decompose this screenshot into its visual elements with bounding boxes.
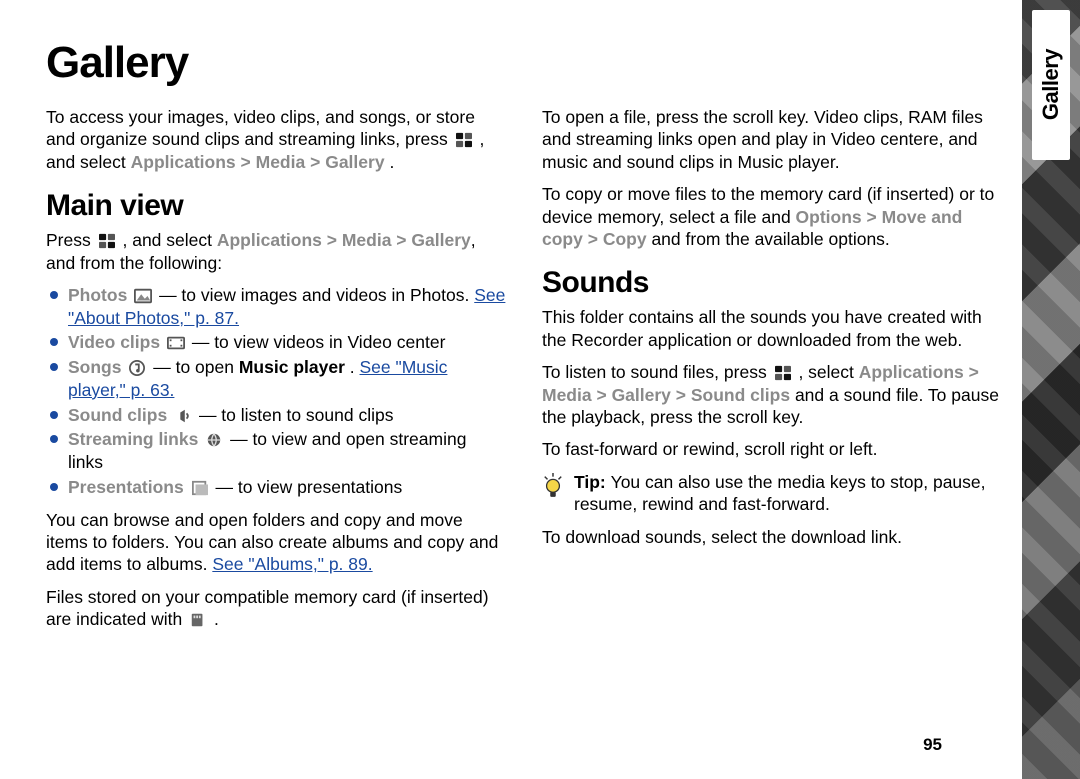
lightbulb-icon [542, 473, 564, 499]
list-item: Presentations — to view presentations [46, 476, 506, 499]
intro-nav3: Gallery [325, 152, 384, 172]
mainview-heading: Main view [46, 189, 506, 223]
photos-icon [134, 287, 152, 303]
mainview-list: Photos — to view images and videos in Ph… [46, 284, 506, 499]
sounds-p2: To listen to sound files, press , select… [542, 361, 1002, 428]
songs-icon [128, 359, 146, 375]
col2-p1: To open a file, press the scroll key. Vi… [542, 106, 1002, 173]
memory-card-icon [189, 611, 207, 627]
link-albums[interactable]: See "Albums," p. 89. [212, 554, 372, 574]
sounds-p4: To download sounds, select the download … [542, 526, 1002, 548]
tip-box: Tip: You can also use the media keys to … [542, 471, 1002, 517]
page: Gallery To access your images, video cli… [0, 0, 1022, 779]
side-tab: Gallery [1022, 0, 1080, 779]
sound-clips-icon [174, 407, 192, 423]
sounds-p3: To fast-forward or rewind, scroll right … [542, 438, 1002, 460]
menu-key-icon [774, 364, 792, 380]
side-tab-strip: Gallery [1032, 10, 1070, 160]
streaming-links-icon [205, 431, 223, 447]
tip-text: Tip: You can also use the media keys to … [574, 471, 1002, 517]
list-item: Photos — to view images and videos in Ph… [46, 284, 506, 330]
intro-pre: To access your images, video clips, and … [46, 107, 475, 149]
list-item: Streaming links — to view and open strea… [46, 428, 506, 474]
presentations-icon [191, 479, 209, 495]
video-clips-icon [167, 334, 185, 350]
col2-p2: To copy or move files to the memory card… [542, 183, 1002, 250]
sounds-p1: This folder contains all the sounds you … [542, 306, 1002, 351]
intro-paragraph: To access your images, video clips, and … [46, 106, 506, 173]
page-number: 95 [923, 735, 942, 755]
two-columns: To access your images, video clips, and … [46, 106, 1002, 746]
list-item: Sound clips — to listen to sound clips [46, 404, 506, 427]
side-tab-label: Gallery [1038, 49, 1064, 120]
list-item: Video clips — to view videos in Video ce… [46, 331, 506, 354]
intro-dot: . [389, 152, 394, 172]
intro-nav2: Media [256, 152, 306, 172]
mainview-p2: You can browse and open folders and copy… [46, 509, 506, 576]
menu-key-icon [98, 232, 116, 248]
menu-key-icon [455, 131, 473, 147]
list-item: Songs — to open Music player . See "Musi… [46, 356, 506, 402]
sounds-heading: Sounds [542, 266, 1002, 300]
mainview-p3: Files stored on your compatible memory c… [46, 586, 506, 631]
mainview-p1: Press , and select Applications > Media … [46, 229, 506, 274]
intro-nav1: Applications [131, 152, 236, 172]
page-title: Gallery [46, 38, 1002, 88]
